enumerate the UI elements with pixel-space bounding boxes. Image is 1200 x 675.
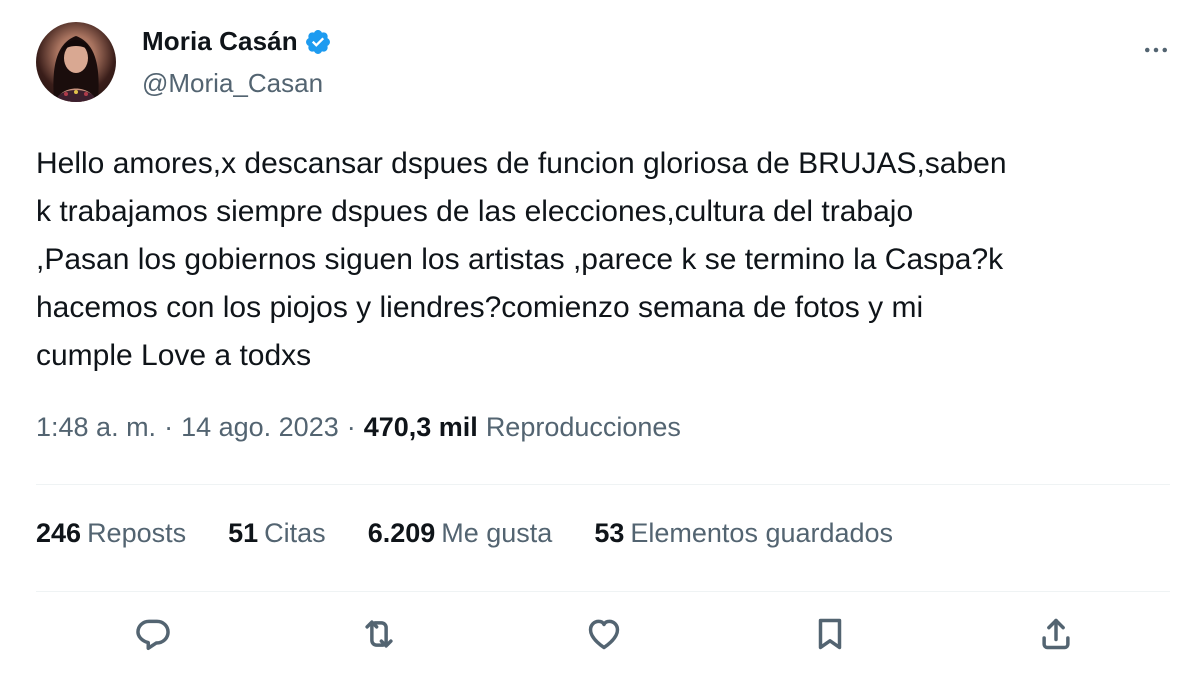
like-icon [588,619,620,650]
meta-separator: · [346,412,356,442]
like-button[interactable] [582,612,626,656]
bookmarks-stat[interactable]: 53 Elementos guardados [594,518,893,549]
divider [36,484,1170,485]
quotes-stat[interactable]: 51 Citas [228,518,326,549]
reply-button[interactable] [131,612,175,656]
quotes-label: Citas [264,518,326,548]
more-options-icon[interactable] [1136,30,1176,70]
engagement-stats: 246 Reposts 51 Citas 6.209 Me gusta 53 E… [36,518,935,549]
tweet-time[interactable]: 1:48 a. m. [36,412,156,443]
bookmark-icon [818,618,842,650]
reposts-label: Reposts [87,518,187,548]
tweet-date[interactable]: 14 ago. 2023 [181,412,339,443]
tweet-text: Hello amores,x descansar dspues de funci… [36,147,1007,372]
likes-count: 6.209 [367,518,436,548]
meta-separator: · [164,412,174,442]
user-handle[interactable]: @Moria_Casan [142,68,323,99]
reposts-stat[interactable]: 246 Reposts [36,518,186,549]
views-label: Reproducciones [485,412,681,442]
bookmarks-label: Elementos guardados [630,518,894,548]
action-bar [36,612,1170,668]
quotes-count: 51 [228,518,259,548]
share-icon [1042,618,1070,650]
tweet-meta: 1:48 a. m. · 14 ago. 2023 · 470,3 mil Re… [36,412,681,443]
bookmarks-count: 53 [594,518,625,548]
tweet-header: Moria Casán @Moria_Casan [36,22,1176,104]
likes-stat[interactable]: 6.209 Me gusta [368,518,553,549]
views-count: 470,3 mil [363,412,478,442]
display-name[interactable]: Moria Casán [142,26,298,57]
avatar[interactable] [36,22,116,102]
divider [36,591,1170,592]
reply-icon [136,619,170,650]
repost-button[interactable] [357,612,401,656]
profile-photo-icon [53,36,99,102]
likes-label: Me gusta [441,518,553,548]
repost-icon [365,620,393,648]
verified-badge-icon[interactable] [304,28,332,56]
reposts-count: 246 [36,518,82,548]
bookmark-button[interactable] [808,612,852,656]
share-button[interactable] [1034,612,1078,656]
